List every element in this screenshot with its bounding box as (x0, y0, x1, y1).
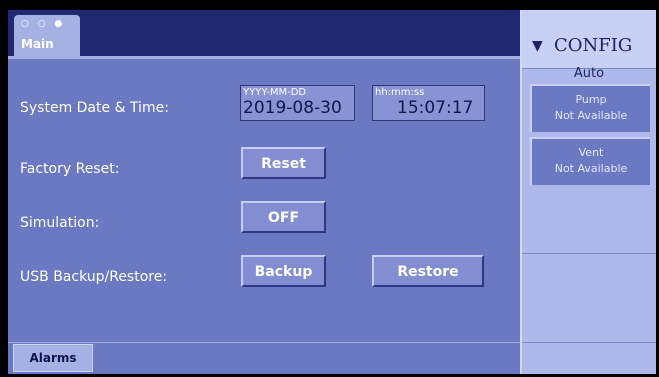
restore-button[interactable]: Restore (372, 255, 484, 287)
mode-label: Auto (573, 66, 605, 81)
config-header[interactable]: ▼ CONFIG (522, 10, 656, 69)
time-value: 15:07:17 (397, 98, 474, 118)
tab-alarms[interactable]: Alarms (13, 344, 93, 372)
pump-status: Not Available (554, 109, 628, 122)
top-bar (8, 10, 520, 56)
backup-button[interactable]: Backup (241, 255, 326, 287)
usb-backup-restore-label: USB Backup/Restore: (20, 269, 168, 285)
factory-reset-label: Factory Reset: (20, 161, 120, 177)
tab-main[interactable]: ○ ○ ● Main (14, 15, 80, 56)
tab-main-label: Main (21, 37, 54, 51)
simulation-label: Simulation: (20, 215, 100, 231)
reset-button[interactable]: Reset (241, 147, 326, 179)
sidebar-item-pump[interactable]: Pump Not Available (530, 84, 650, 132)
date-field[interactable]: YYYY-MM-DD 2019-08-30 (240, 85, 355, 121)
touch-screen: ○ ○ ● Main System Date & Time: YYYY-MM-D… (8, 10, 656, 374)
date-value: 2019-08-30 (243, 98, 342, 118)
chevron-down-icon: ▼ (532, 38, 543, 54)
config-title: CONFIG (554, 35, 633, 56)
pump-name: Pump (575, 93, 607, 106)
simulation-toggle-button[interactable]: OFF (241, 201, 326, 233)
sidebar-divider (522, 253, 656, 254)
config-sidebar: ▼ CONFIG Auto Pump Not Available Vent No… (520, 10, 656, 374)
vent-status: Not Available (554, 162, 628, 175)
datetime-label: System Date & Time: (20, 100, 169, 116)
sidebar-item-vent[interactable]: Vent Not Available (530, 137, 650, 185)
main-panel: System Date & Time: YYYY-MM-DD 2019-08-3… (8, 56, 520, 374)
page-indicator-dots: ○ ○ ● (21, 19, 66, 29)
time-field[interactable]: hh:mm:ss 15:07:17 (372, 85, 485, 121)
sidebar-divider (522, 342, 656, 343)
vent-name: Vent (578, 146, 604, 159)
